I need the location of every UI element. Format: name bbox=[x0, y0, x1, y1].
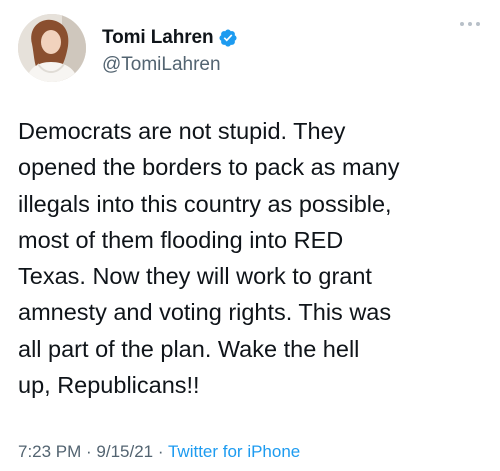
tweet-line: up, Republicans!! bbox=[18, 372, 200, 399]
tweet-line: Democrats are not stupid. They bbox=[18, 118, 346, 144]
more-dot bbox=[476, 22, 480, 26]
tweet-text: Democrats are not stupid. They opened th… bbox=[18, 113, 488, 403]
tweet-line: illegals into this country as possible, bbox=[18, 190, 392, 217]
tweet-line: all part of the plan. Wake the hell bbox=[18, 335, 360, 362]
meta-separator: · bbox=[81, 442, 97, 461]
tweet-source-link[interactable]: Twitter for iPhone bbox=[168, 442, 300, 461]
more-dot bbox=[460, 22, 464, 26]
meta-separator: · bbox=[153, 442, 168, 461]
tweet-date[interactable]: 9/15/21 bbox=[96, 442, 153, 461]
more-dot bbox=[468, 22, 472, 26]
more-options-icon[interactable] bbox=[456, 14, 484, 34]
avatar[interactable] bbox=[18, 14, 86, 82]
tweet-line: Texas. Now they will work to grant bbox=[18, 263, 372, 290]
tweet-line: amnesty and voting rights. This was bbox=[18, 299, 392, 326]
avatar-image bbox=[18, 14, 86, 82]
tweet-line: most of them flooding into RED bbox=[18, 226, 344, 253]
author-names: Tomi Lahren @TomiLahren bbox=[102, 27, 238, 76]
verified-badge-icon bbox=[218, 28, 238, 48]
tweet-header: Tomi Lahren @TomiLahren bbox=[18, 14, 484, 82]
handle[interactable]: @TomiLahren bbox=[102, 54, 238, 76]
display-name-row: Tomi Lahren bbox=[102, 27, 238, 49]
display-name[interactable]: Tomi Lahren bbox=[102, 27, 214, 49]
tweet-card: Tomi Lahren @TomiLahren Democrats are no… bbox=[0, 0, 500, 471]
tweet-line: opened the borders to pack as many bbox=[18, 154, 400, 181]
tweet-time[interactable]: 7:23 PM bbox=[18, 442, 81, 461]
tweet-meta: 7:23 PM · 9/15/21 · Twitter for iPhone bbox=[18, 442, 300, 462]
